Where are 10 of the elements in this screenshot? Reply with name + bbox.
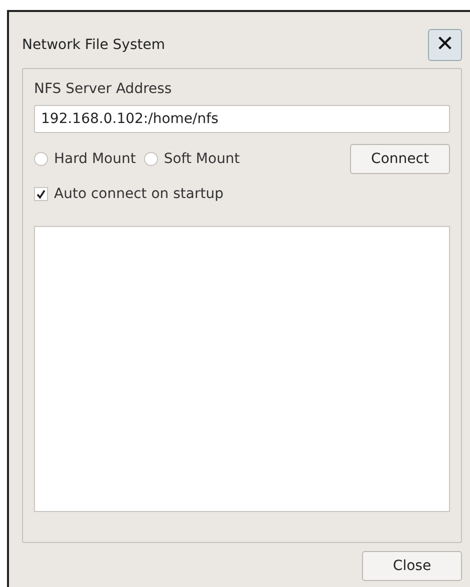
- address-field[interactable]: 192.168.0.102:/home/nfs: [34, 105, 450, 133]
- check-icon: [36, 189, 46, 199]
- connect-button[interactable]: Connect: [350, 144, 450, 174]
- radio-option[interactable]: Hard Mount: [34, 151, 136, 167]
- window-title: Network File System: [22, 37, 165, 53]
- close-dialog-button[interactable]: Close: [362, 551, 462, 581]
- auto-connect-checkbox[interactable]: Auto connect on startup: [34, 186, 450, 202]
- close-button[interactable]: ✕: [428, 29, 462, 61]
- radio-option[interactable]: Soft Mount: [144, 151, 240, 167]
- group-label: NFS Server Address: [34, 81, 173, 97]
